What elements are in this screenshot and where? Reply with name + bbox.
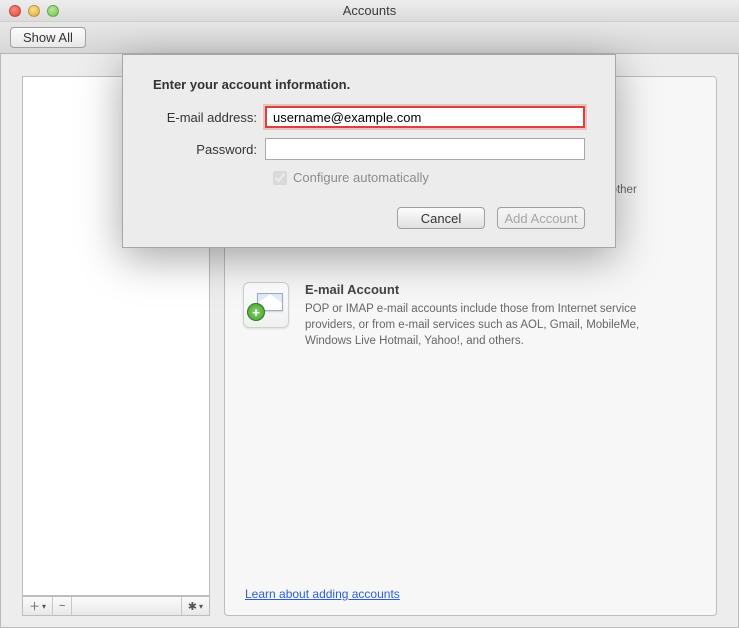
minimize-window-icon[interactable] [28, 5, 40, 17]
sheet-heading: Enter your account information. [153, 77, 585, 92]
sidebar-footer: ＋ ▾ − ✱ ▾ [22, 596, 210, 616]
accounts-window: Accounts Show All ＋ ▾ − ✱ ▾ To get start… [0, 0, 739, 628]
titlebar: Accounts [0, 0, 739, 22]
email-account-option[interactable]: + E-mail Account POP or IMAP e-mail acco… [243, 282, 698, 349]
learn-about-accounts-link[interactable]: Learn about adding accounts [245, 587, 400, 601]
actions-menu-button[interactable]: ✱ ▾ [181, 597, 209, 615]
password-row: Password: [153, 138, 585, 160]
remove-account-button[interactable]: − [53, 597, 72, 615]
password-field[interactable] [265, 138, 585, 160]
email-label: E-mail address: [153, 110, 265, 125]
add-account-button[interactable]: Add Account [497, 207, 585, 229]
email-field[interactable] [265, 106, 585, 128]
minus-icon: − [59, 600, 65, 612]
show-all-button[interactable]: Show All [10, 27, 86, 48]
zoom-window-icon[interactable] [47, 5, 59, 17]
email-text: E-mail Account POP or IMAP e-mail accoun… [305, 282, 665, 349]
toolbar: Show All [0, 22, 739, 54]
email-row: E-mail address: [153, 106, 585, 128]
window-title: Accounts [0, 3, 739, 18]
configure-auto-checkbox[interactable] [273, 171, 287, 185]
email-title: E-mail Account [305, 282, 665, 297]
sheet-buttons: Cancel Add Account [153, 207, 585, 229]
chevron-down-icon: ▾ [42, 602, 46, 611]
configure-auto-row: Configure automatically [273, 170, 585, 185]
gear-icon: ✱ [188, 600, 197, 613]
enter-account-info-sheet: Enter your account information. E-mail a… [122, 54, 616, 248]
close-window-icon[interactable] [9, 5, 21, 17]
chevron-down-icon: ▾ [199, 602, 203, 611]
password-label: Password: [153, 142, 265, 157]
email-icon: + [243, 282, 289, 328]
configure-auto-label: Configure automatically [293, 170, 429, 185]
traffic-lights [0, 5, 59, 17]
plus-icon: ＋ [29, 598, 40, 614]
add-account-button[interactable]: ＋ ▾ [23, 597, 53, 615]
email-desc: POP or IMAP e-mail accounts include thos… [305, 301, 665, 349]
cancel-button[interactable]: Cancel [397, 207, 485, 229]
